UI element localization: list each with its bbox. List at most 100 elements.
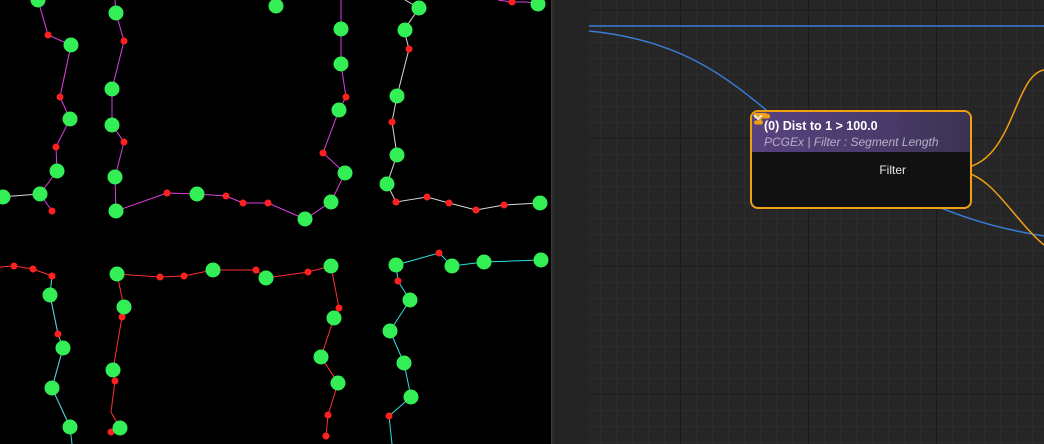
cluster-vertex: [326, 310, 342, 326]
cluster-vertex: [323, 258, 339, 274]
cluster-vertex: [389, 147, 405, 163]
cluster-vertex: [331, 102, 347, 118]
cluster-point: [392, 198, 400, 206]
cluster-point: [163, 189, 171, 197]
cluster-point: [239, 199, 247, 207]
output-pin-label: Filter: [879, 163, 906, 177]
cluster-vertex: [297, 211, 313, 227]
cluster-vertex: [0, 189, 11, 205]
cluster-vertex: [389, 88, 405, 104]
filter-node[interactable]: (0) Dist to 1 > 100.0 PCGEx | Filter : S…: [750, 110, 972, 209]
cluster-vertex: [323, 194, 339, 210]
viewport-3d[interactable]: [0, 0, 551, 444]
cluster-point: [54, 330, 62, 338]
cluster-point: [405, 45, 413, 53]
cluster-vertex: [533, 252, 549, 268]
cluster-vertex: [104, 81, 120, 97]
cluster-vertex: [49, 163, 65, 179]
cluster-point: [435, 249, 443, 257]
graph-wires: [588, 25, 1044, 246]
cluster-vertex: [42, 287, 58, 303]
cluster-vertex: [108, 203, 124, 219]
cluster-vertex: [30, 0, 46, 8]
cluster-vertex: [396, 355, 412, 371]
cluster-point: [385, 412, 393, 420]
cluster-point: [423, 193, 431, 201]
cluster-point: [264, 199, 272, 207]
cluster-point: [222, 192, 230, 200]
cluster-vertex: [388, 257, 404, 273]
node-graph-editor[interactable]: (0) Dist to 1 > 100.0 PCGEx | Filter : S…: [554, 0, 1044, 444]
cluster-vertex: [107, 169, 123, 185]
cluster-vertex: [104, 117, 120, 133]
cluster-vertex: [105, 362, 121, 378]
wire-orange-down: [963, 171, 1044, 246]
cluster-point: [388, 118, 396, 126]
cluster-point: [445, 199, 453, 207]
cluster-vertex: [112, 420, 128, 436]
chevron-down-icon[interactable]: [752, 112, 764, 122]
wire-orange-up: [963, 69, 1044, 169]
cluster-vertex: [313, 349, 329, 365]
cluster-edge: [37, 0, 72, 212]
cluster-edge: [115, 0, 347, 220]
cluster-vertex: [189, 186, 205, 202]
cluster-vertex: [532, 195, 548, 211]
cluster-point: [120, 138, 128, 146]
cluster-point: [52, 143, 60, 151]
node-title: (0) Dist to 1 > 100.0: [764, 119, 878, 133]
cluster-vertex: [333, 56, 349, 72]
cluster-vertex: [411, 0, 427, 16]
cluster-vertex: [32, 186, 48, 202]
cluster-vertex: [476, 254, 492, 270]
cluster-vertex: [44, 380, 60, 396]
cluster-point: [335, 304, 343, 312]
cluster-vertex: [116, 299, 132, 315]
cluster-vertex: [397, 22, 413, 38]
cluster-vertex: [333, 21, 349, 37]
cluster-edge: [395, 252, 542, 267]
cluster-vertex: [403, 389, 419, 405]
cluster-point: [180, 272, 188, 280]
cluster-edge: [110, 273, 125, 429]
cluster-point: [500, 201, 508, 209]
cluster-point: [29, 265, 37, 273]
cluster-point: [319, 149, 327, 157]
cluster-point: [342, 93, 350, 101]
cluster-vertex: [205, 262, 221, 278]
cluster-point: [44, 31, 52, 39]
cluster-vertex: [382, 323, 398, 339]
cluster-point: [120, 37, 128, 45]
cluster-point: [472, 206, 480, 214]
cluster-point: [322, 432, 330, 440]
cluster-vertex: [62, 111, 78, 127]
cluster-point: [508, 0, 516, 6]
cluster-point: [304, 268, 312, 276]
cluster-vertex: [530, 0, 546, 12]
node-subtitle: PCGEx | Filter : Segment Length: [764, 135, 939, 149]
cluster-visualization: [0, 0, 549, 444]
cluster-vertex: [55, 340, 71, 356]
cluster-vertex: [444, 258, 460, 274]
cluster-point: [252, 266, 260, 274]
cluster-vertex: [402, 292, 418, 308]
cluster-point: [394, 277, 402, 285]
cluster-vertex: [108, 5, 124, 21]
cluster-point: [111, 377, 119, 385]
cluster-point: [118, 313, 126, 321]
cluster-vertex: [63, 37, 79, 53]
cluster-vertex: [337, 165, 353, 181]
cluster-point: [48, 272, 56, 280]
cluster-point: [10, 262, 18, 270]
cluster-vertex: [62, 419, 78, 435]
cluster-point: [324, 411, 332, 419]
cluster-vertex: [258, 270, 274, 286]
cluster-edge: [116, 265, 340, 437]
cluster-vertex: [330, 375, 346, 391]
cluster-vertex: [379, 176, 395, 192]
cluster-point: [156, 273, 164, 281]
node-header[interactable]: (0) Dist to 1 > 100.0 PCGEx | Filter : S…: [752, 112, 970, 152]
cluster-vertex: [268, 0, 284, 14]
cluster-vertex: [109, 266, 125, 282]
cluster-point: [48, 207, 56, 215]
